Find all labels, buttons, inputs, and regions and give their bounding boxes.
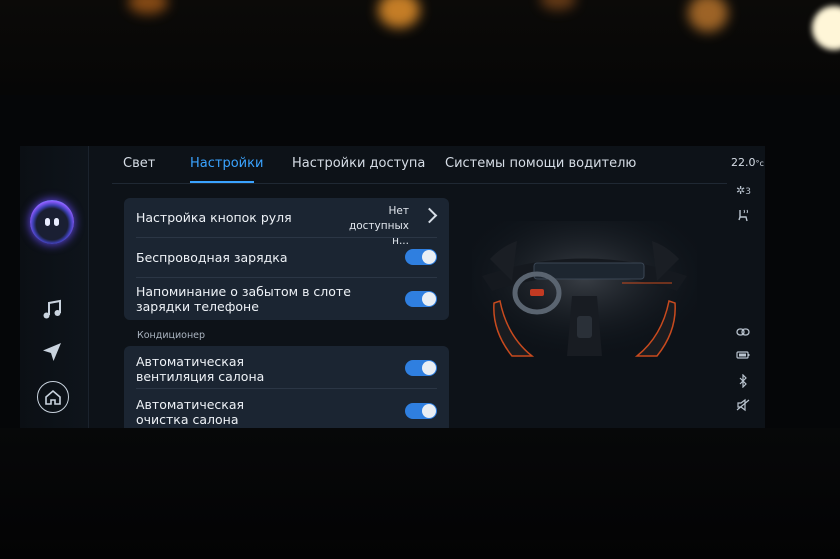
auto-ventilation-row: Автоматическая вентиляция салона	[124, 346, 449, 388]
wireless-charging-toggle[interactable]	[405, 249, 437, 265]
auto-cleaning-label-line: очистка салона	[136, 412, 239, 427]
wireless-charging-label: Беспроводная зарядка	[136, 250, 288, 265]
temperature-value: 22.0	[731, 156, 756, 169]
settings-card-ac: Автоматическая вентиляция салона Автомат…	[124, 346, 449, 428]
phone-reminder-label-line: зарядки телефоне	[136, 299, 259, 314]
avatar-eye	[54, 218, 59, 226]
background-bottom	[0, 428, 840, 559]
auto-ventilation-label-line: вентиляция салона	[136, 369, 265, 384]
fan-level: 3	[745, 187, 751, 197]
fan-icon: ✲	[736, 184, 746, 197]
toggle-knob	[422, 292, 436, 306]
battery-icon	[736, 350, 752, 364]
link-icon	[736, 326, 752, 340]
auto-ventilation-label: Автоматическая вентиляция салона	[136, 354, 264, 384]
car-interior-image	[472, 221, 697, 361]
tab-settings[interactable]: Настройки	[190, 156, 263, 171]
chevron-right-icon	[421, 207, 438, 224]
steering-buttons-value-line: Нет	[388, 205, 409, 217]
toggle-knob	[422, 361, 436, 375]
phone-reminder-label: Напоминание о забытом в слоте зарядки те…	[136, 284, 351, 314]
home-button[interactable]	[37, 381, 69, 413]
navigation-arrow-icon[interactable]	[40, 340, 64, 364]
phone-reminder-toggle[interactable]	[405, 291, 437, 307]
tab-access-settings[interactable]: Настройки доступа	[292, 156, 425, 171]
toggle-knob	[422, 250, 436, 264]
auto-cleaning-toggle[interactable]	[405, 403, 437, 419]
left-dock	[20, 146, 89, 428]
settings-card-main: Настройка кнопок руля Нет доступных н...…	[124, 198, 449, 320]
auto-cleaning-row: Автоматическая очистка салона	[124, 389, 449, 428]
toggle-knob	[422, 404, 436, 418]
auto-cleaning-label: Автоматическая очистка салона	[136, 397, 244, 427]
section-label-ac: Кондиционер	[137, 330, 206, 341]
active-tab-indicator	[190, 181, 254, 183]
auto-ventilation-label-line: Автоматическая	[136, 354, 245, 369]
infotainment-screen: Свет Настройки Настройки доступа Системы…	[20, 146, 765, 428]
steering-buttons-row[interactable]: Настройка кнопок руля Нет доступных н...	[124, 198, 449, 247]
tab-driver-assistance[interactable]: Системы помощи водителю	[445, 156, 636, 171]
wireless-charging-row: Беспроводная зарядка	[124, 238, 449, 277]
auto-ventilation-toggle[interactable]	[405, 360, 437, 376]
music-note-icon[interactable]	[40, 298, 64, 322]
avatar-eye	[45, 218, 50, 226]
steering-buttons-label: Настройка кнопок руля	[136, 210, 292, 225]
bluetooth-icon	[736, 373, 752, 389]
home-icon	[45, 389, 61, 405]
temperature-readout: 22.0°c	[731, 156, 764, 169]
temperature-unit: °c	[755, 159, 764, 168]
fan-status: ✲3	[736, 184, 752, 198]
seat-heat-icon	[736, 208, 752, 222]
phone-reminder-row: Напоминание о забытом в слоте зарядки те…	[124, 278, 449, 320]
phone-reminder-label-line: Напоминание о забытом в слоте	[136, 284, 351, 299]
tab-bar: Свет Настройки Настройки доступа Системы…	[112, 146, 727, 184]
auto-cleaning-label-line: Автоматическая	[136, 397, 245, 412]
voice-assistant-avatar-icon[interactable]	[30, 200, 74, 244]
tab-light[interactable]: Свет	[123, 156, 155, 171]
mute-icon	[736, 398, 752, 412]
